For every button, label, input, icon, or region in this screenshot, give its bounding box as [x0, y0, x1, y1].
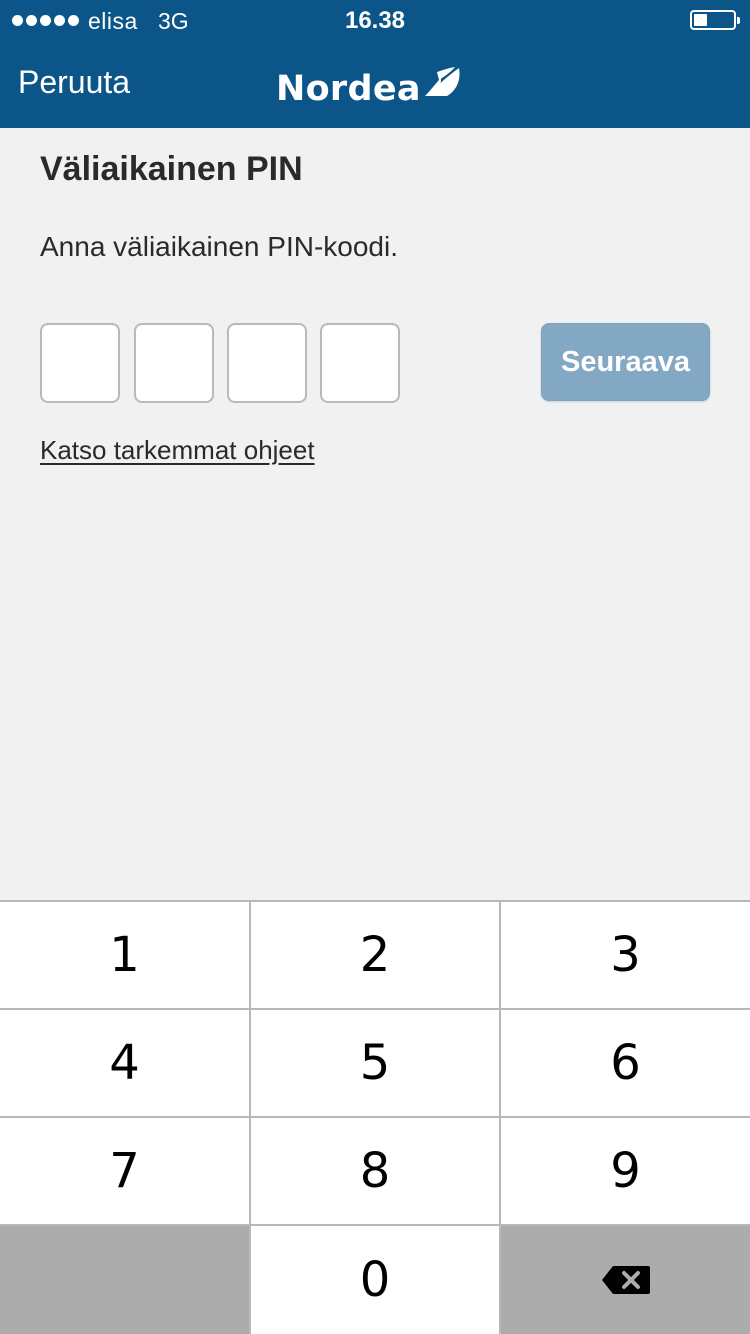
- cancel-button[interactable]: Peruuta: [18, 64, 130, 101]
- key-6[interactable]: 6: [501, 1010, 750, 1116]
- nordea-logo: Nordea: [276, 62, 463, 110]
- key-1[interactable]: 1: [0, 902, 249, 1008]
- app-header: elisa 3G 16.38 Peruuta Nordea: [0, 0, 750, 128]
- backspace-icon: [601, 1266, 650, 1294]
- status-time: 16.38: [344, 7, 406, 34]
- backspace-key[interactable]: [501, 1226, 750, 1334]
- battery-level: [694, 14, 707, 26]
- key-7[interactable]: 7: [0, 1118, 249, 1224]
- key-3[interactable]: 3: [501, 902, 750, 1008]
- key-2[interactable]: 2: [251, 902, 499, 1008]
- pin-digit-4[interactable]: [320, 323, 400, 403]
- help-link[interactable]: Katso tarkemmat ohjeet: [40, 435, 315, 466]
- key-8[interactable]: 8: [251, 1118, 499, 1224]
- key-4[interactable]: 4: [0, 1010, 249, 1116]
- page-title: Väliaikainen PIN: [40, 150, 303, 188]
- key-0[interactable]: 0: [251, 1226, 499, 1334]
- numeric-keypad: 1 2 3 4 5 6 7 8 9 0: [0, 900, 750, 1334]
- next-button[interactable]: Seuraava: [541, 323, 710, 401]
- key-5[interactable]: 5: [251, 1010, 499, 1116]
- logo-text: Nordea: [276, 69, 421, 109]
- status-bar: elisa 3G 16.38: [0, 0, 750, 40]
- pin-digit-3[interactable]: [227, 323, 307, 403]
- sail-logo-icon: [424, 67, 460, 96]
- pin-digit-1[interactable]: [40, 323, 120, 403]
- pin-digit-2[interactable]: [134, 323, 214, 403]
- pin-instruction: Anna väliaikainen PIN-koodi.: [40, 231, 398, 262]
- battery-icon: [690, 10, 740, 30]
- key-empty: [0, 1226, 249, 1334]
- key-9[interactable]: 9: [501, 1118, 750, 1224]
